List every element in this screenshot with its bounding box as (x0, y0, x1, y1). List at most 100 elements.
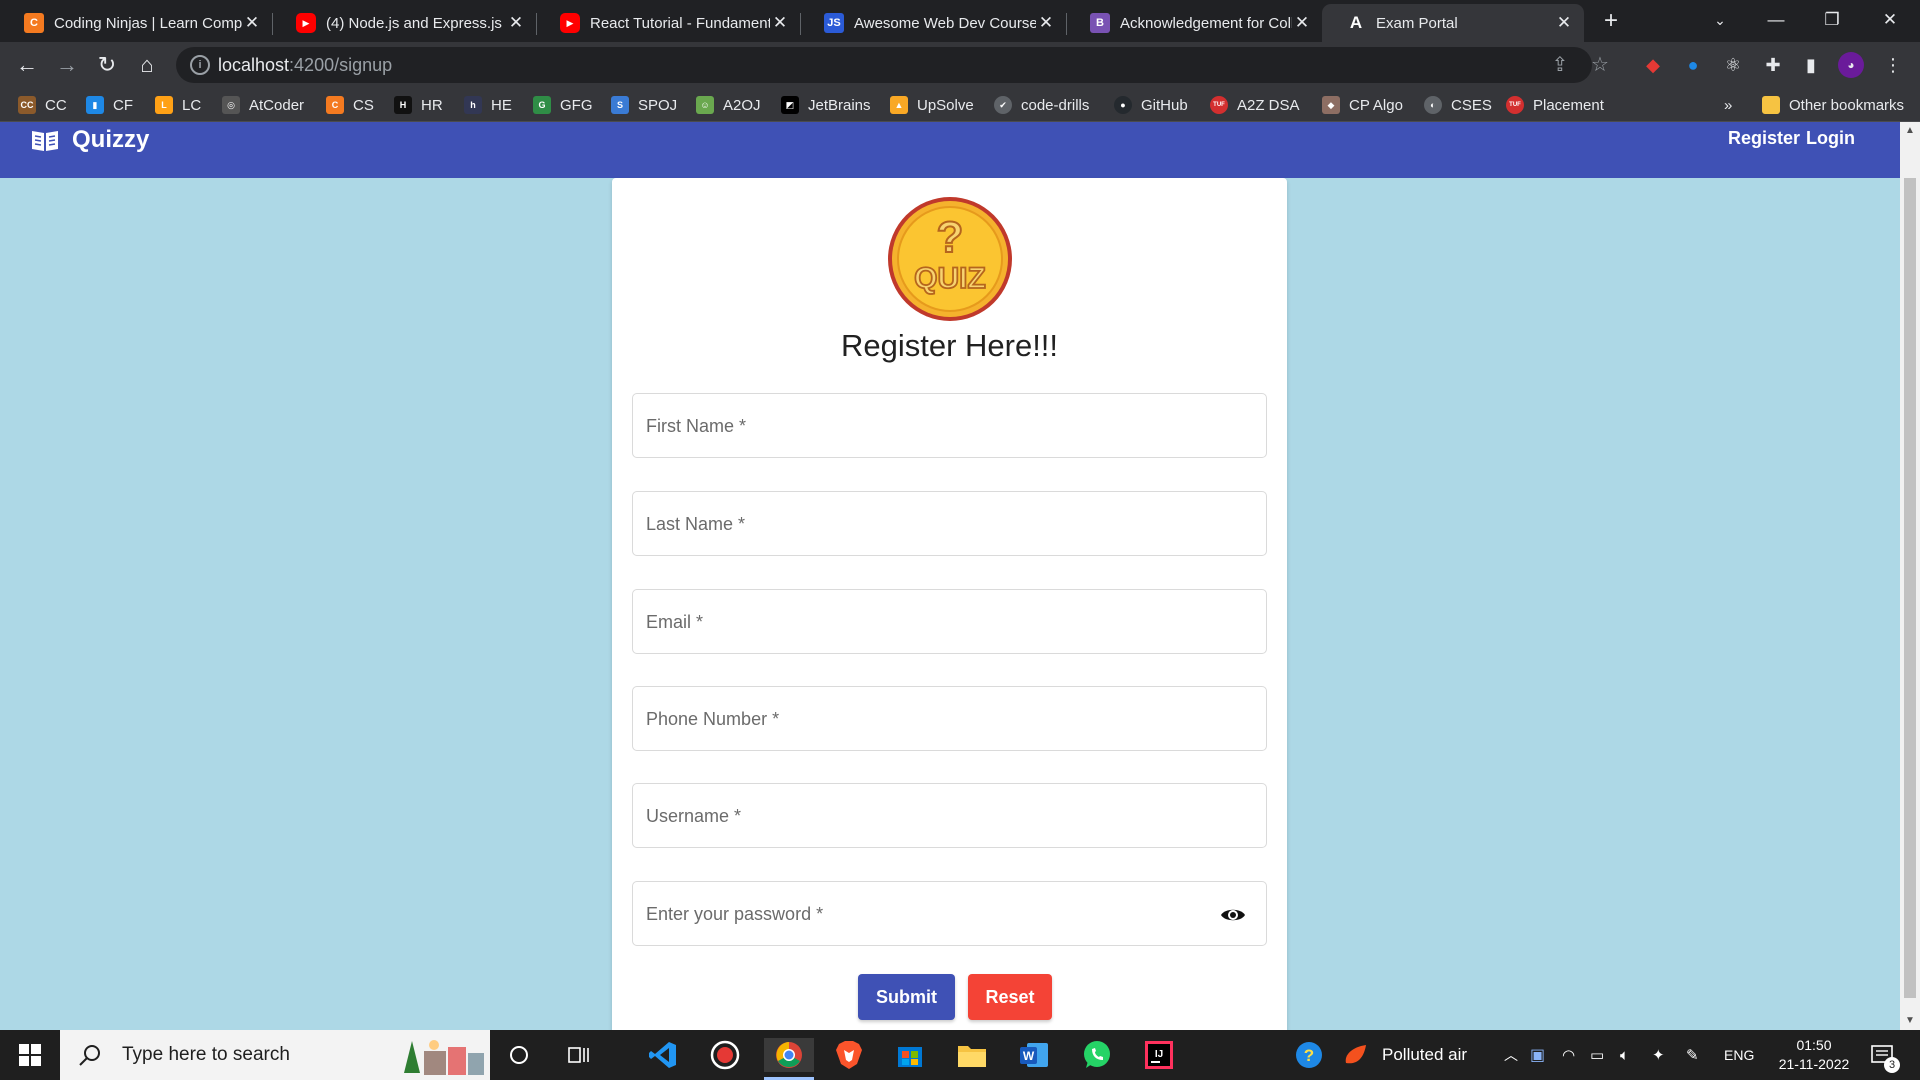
coding-ninjas-icon: C (24, 13, 44, 33)
tab-exam-portal[interactable]: A Exam Portal ✕ (1322, 4, 1584, 42)
angular-icon: A (1349, 13, 1363, 32)
battery-icon[interactable]: ▭ (1590, 1030, 1604, 1080)
tab-awesome-web-dev[interactable]: JS Awesome Web Dev Courses ✕ (800, 4, 1067, 42)
reset-button[interactable]: Reset (968, 974, 1052, 1020)
brave-icon[interactable] (832, 1038, 866, 1072)
extension-video-speed-icon[interactable]: ● (1680, 52, 1706, 78)
bookmark-lc[interactable]: L LC (155, 94, 201, 116)
screen-recorder-icon[interactable] (708, 1038, 742, 1072)
intellij-idea-icon[interactable]: IJ (1142, 1038, 1176, 1072)
side-panel-icon[interactable]: ▮ (1798, 52, 1824, 78)
wifi-icon[interactable]: ◠ (1562, 1030, 1575, 1080)
react-devtools-icon[interactable]: ⚛ (1720, 52, 1746, 78)
brand[interactable]: Quizzy (30, 126, 149, 154)
task-view-icon[interactable] (562, 1038, 596, 1072)
profile-avatar[interactable]: ◕ (1838, 52, 1864, 78)
bookmark-upsolve[interactable]: ▲ UpSolve (890, 94, 974, 116)
back-arrow-icon[interactable]: ← (12, 50, 42, 80)
show-hidden-icons-chevron[interactable]: ︿ (1504, 1030, 1518, 1080)
close-icon[interactable]: ✕ (1036, 13, 1056, 33)
bookmark-he[interactable]: h HE (464, 94, 512, 116)
bookmark-spoj[interactable]: S SPOJ (611, 94, 677, 116)
tab-search-icon[interactable]: ⌄ (1692, 0, 1748, 42)
menu-kebab-icon[interactable]: ⋮ (1880, 52, 1906, 78)
bookmark-cf[interactable]: ▮ CF (86, 94, 133, 116)
word-icon[interactable]: W (1017, 1038, 1051, 1072)
scrollbar-thumb[interactable] (1904, 178, 1916, 998)
dropbox-icon[interactable]: ✦ (1652, 1030, 1665, 1080)
spoj-icon: S (611, 96, 629, 114)
bookmark-gfg[interactable]: G GFG (533, 94, 593, 116)
close-icon[interactable]: ✕ (1292, 13, 1312, 33)
vscode-icon[interactable] (646, 1038, 680, 1072)
email-field[interactable]: Email * (632, 589, 1267, 654)
extension-chameleon-icon[interactable]: ◆ (1640, 52, 1666, 78)
password-field[interactable]: Enter your password * (632, 881, 1267, 946)
notification-count-badge: 3 (1884, 1057, 1900, 1073)
close-icon[interactable]: ✕ (1554, 13, 1574, 33)
tab-coding-ninjas[interactable]: C Coding Ninjas | Learn Comp ✕ (0, 4, 273, 42)
coding-ninjas-icon: C (326, 96, 344, 114)
minimize-button[interactable]: — (1748, 0, 1804, 42)
username-field[interactable]: Username * (632, 783, 1267, 848)
bookmark-code-drills[interactable]: ✔ code-drills (994, 94, 1089, 116)
more-bookmarks-chevron[interactable]: » (1724, 94, 1732, 116)
whatsapp-icon[interactable] (1080, 1038, 1114, 1072)
forward-arrow-icon[interactable]: → (52, 50, 82, 80)
home-icon[interactable]: ⌂ (132, 50, 162, 80)
other-bookmarks-folder[interactable]: Other bookmarks (1762, 94, 1904, 116)
taskbar-clock[interactable]: 01:50 21-11-2022 (1766, 1036, 1862, 1074)
weather-widget[interactable]: Polluted air (1342, 1030, 1467, 1080)
help-icon[interactable]: ? (1292, 1038, 1326, 1072)
file-explorer-icon[interactable] (955, 1038, 989, 1072)
microsoft-store-icon[interactable] (893, 1038, 927, 1072)
bookmark-star-icon[interactable]: ☆ (1588, 53, 1612, 77)
language-indicator[interactable]: ENG (1724, 1030, 1754, 1080)
bookmark-cc[interactable]: CC CC (18, 94, 67, 116)
tab-nodejs-express[interactable]: ▶ (4) Node.js and Express.js - ✕ (272, 4, 537, 42)
volume-icon[interactable]: 🔈︎ (1620, 1030, 1629, 1080)
start-button[interactable] (0, 1030, 60, 1080)
chrome-taskbar-icon[interactable] (764, 1038, 814, 1072)
bookmark-cses[interactable]: ◐ CSES (1424, 94, 1492, 116)
extensions-puzzle-icon[interactable]: ✚ (1760, 52, 1786, 78)
close-icon[interactable]: ✕ (770, 13, 790, 33)
close-icon[interactable]: ✕ (506, 13, 526, 33)
close-window-button[interactable]: ✕ (1862, 0, 1918, 42)
tab-title: Exam Portal (1376, 14, 1458, 32)
bookmark-a2z-dsa[interactable]: TUF A2Z DSA (1210, 94, 1300, 116)
bookmark-github[interactable]: ● GitHub (1114, 94, 1188, 116)
bookmark-hr[interactable]: H HR (394, 94, 443, 116)
scroll-up-arrow-icon[interactable]: ▲ (1900, 122, 1920, 140)
taskbar-search-box[interactable]: Type here to search (60, 1030, 490, 1080)
nav-login-link[interactable]: Login (1806, 128, 1855, 149)
tray-app-icon[interactable]: ▣ (1530, 1030, 1545, 1080)
nav-register-link[interactable]: Register (1728, 128, 1800, 149)
scroll-down-arrow-icon[interactable]: ▼ (1900, 1012, 1920, 1030)
bookmark-cp-algo[interactable]: ◆ CP Algo (1322, 94, 1403, 116)
bookmark-placement[interactable]: TUF Placement (1506, 94, 1604, 116)
site-info-icon[interactable]: i (190, 55, 210, 75)
pen-icon[interactable]: ✎ (1686, 1030, 1699, 1080)
eye-icon[interactable] (1220, 906, 1246, 924)
address-bar[interactable]: i localhost:4200/signup ⇪ ☆ (176, 47, 1609, 83)
phone-number-field[interactable]: Phone Number * (632, 686, 1267, 751)
bookmark-jetbrains[interactable]: ◩ JetBrains (781, 94, 871, 116)
upsolve-icon: ▲ (890, 96, 908, 114)
share-icon[interactable]: ⇪ (1548, 53, 1572, 77)
tab-acknowledgement[interactable]: B Acknowledgement for Colle ✕ (1066, 4, 1322, 42)
reload-icon[interactable]: ↻ (92, 50, 122, 80)
close-icon[interactable]: ✕ (242, 13, 262, 33)
last-name-field[interactable]: Last Name * (632, 491, 1267, 556)
tab-react-tutorial[interactable]: ▶ React Tutorial - Fundament ✕ (536, 4, 801, 42)
restore-button[interactable]: ❐ (1804, 0, 1860, 42)
new-tab-button[interactable]: + (1596, 6, 1626, 36)
submit-button[interactable]: Submit (858, 974, 955, 1020)
bookmark-atcoder[interactable]: ◎ AtCoder (222, 94, 304, 116)
first-name-field[interactable]: First Name * (632, 393, 1267, 458)
bookmark-a2oj[interactable]: ☺ A2OJ (696, 94, 761, 116)
cortana-icon[interactable] (502, 1038, 536, 1072)
bookmark-cs[interactable]: C CS (326, 94, 374, 116)
page-scrollbar[interactable]: ▲ ▼ (1900, 122, 1920, 1030)
notification-center[interactable]: 3 (1870, 1030, 1900, 1080)
